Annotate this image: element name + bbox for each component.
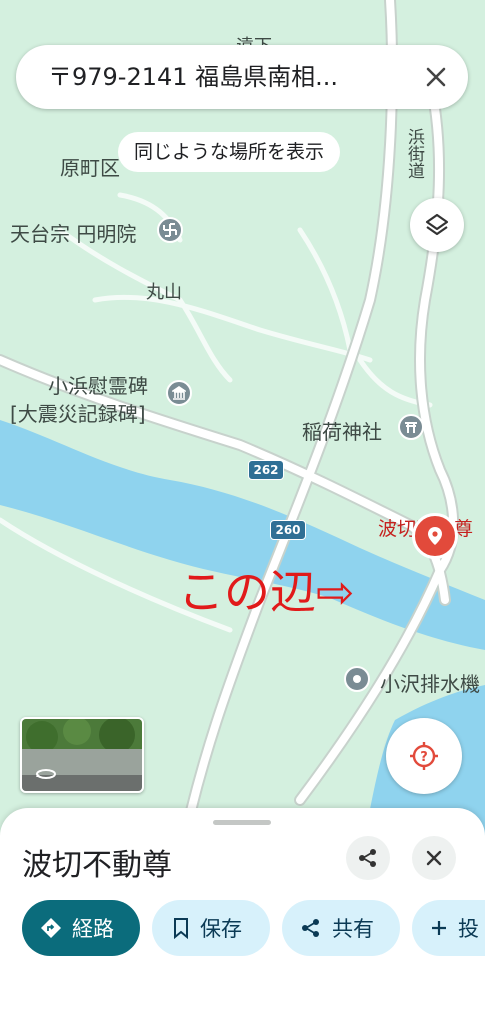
plus-icon: [430, 919, 448, 937]
close-icon[interactable]: [422, 63, 450, 91]
location-pin-icon[interactable]: [412, 513, 458, 559]
map-label-ozawa[interactable]: 小沢排水機: [380, 668, 480, 697]
close-icon: [426, 850, 442, 866]
close-sheet-button[interactable]: [412, 836, 456, 880]
share-label: 共有: [332, 917, 374, 941]
manji-icon[interactable]: [157, 217, 183, 243]
place-title: 波切不動尊: [22, 848, 172, 883]
street-view-icon: [34, 765, 58, 785]
show-similar-places-chip[interactable]: 同じような場所を表示: [118, 132, 341, 172]
my-location-button[interactable]: ?: [386, 718, 462, 794]
bookmark-icon: [172, 917, 190, 939]
directions-icon: [40, 917, 62, 939]
share-chip[interactable]: 共有: [282, 900, 400, 956]
monument-icon[interactable]: [166, 380, 192, 406]
save-button[interactable]: 保存: [152, 900, 270, 956]
post-label: 投: [458, 917, 479, 941]
place-icon[interactable]: [344, 666, 370, 692]
save-label: 保存: [200, 917, 242, 941]
map-label-tendai[interactable]: 天台宗 円明院: [10, 218, 136, 247]
layers-icon: [425, 213, 449, 236]
locate-icon: ?: [410, 742, 438, 770]
directions-label: 経路: [72, 917, 114, 941]
street-view-thumbnail[interactable]: [20, 717, 144, 793]
share-icon: [300, 917, 322, 939]
map-label-maruyama: 丸山: [146, 282, 182, 303]
post-chip[interactable]: 投: [412, 900, 485, 956]
share-button[interactable]: [346, 836, 390, 880]
place-sheet[interactable]: 波切不動尊 経路 保存 共有 投: [0, 808, 485, 1024]
map-label-hamakaido: 浜街道: [404, 128, 424, 179]
map-label-irei-line2[interactable]: [大震災記録碑]: [10, 398, 146, 427]
search-query[interactable]: 〒979-2141 福島県南相...: [48, 45, 408, 109]
route-shield-260: 260: [270, 520, 306, 540]
directions-button[interactable]: 経路: [22, 900, 140, 956]
map-label-irei-line1[interactable]: 小浜慰霊碑: [48, 370, 148, 399]
share-icon: [359, 849, 376, 867]
handwritten-annotation: この辺⇨: [178, 565, 355, 619]
drag-handle[interactable]: [213, 820, 271, 825]
route-shield-262: 262: [248, 460, 284, 480]
map-label-inari[interactable]: 稲荷神社: [302, 416, 382, 445]
shrine-icon[interactable]: [398, 414, 424, 440]
search-bar[interactable]: 〒979-2141 福島県南相...: [16, 45, 468, 109]
map-label-haramachi: 原町区: [60, 156, 120, 180]
svg-text:?: ?: [420, 750, 428, 765]
layers-button[interactable]: [410, 198, 464, 252]
